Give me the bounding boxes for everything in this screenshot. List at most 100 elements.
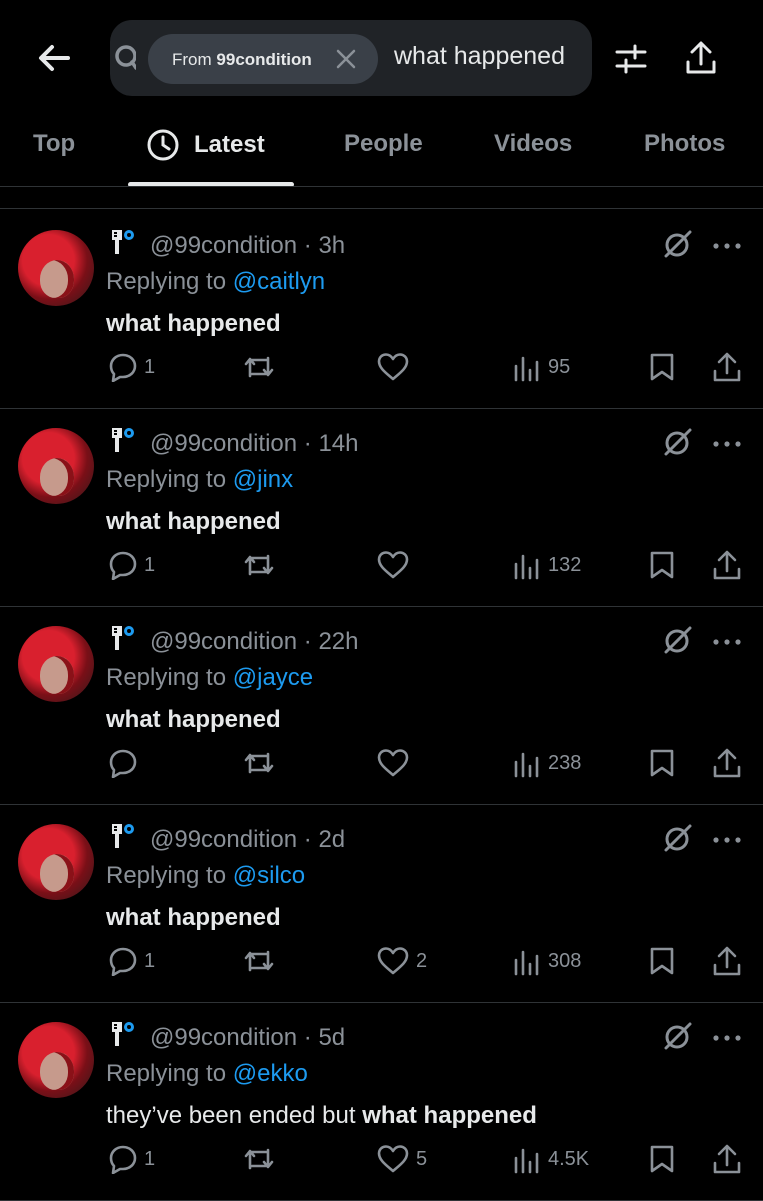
bookmark-button[interactable] xyxy=(648,748,676,778)
affiliate-badge-icon xyxy=(112,230,134,254)
reply-button[interactable] xyxy=(108,748,144,778)
tab-people[interactable]: People xyxy=(344,130,423,158)
tweet-text: what happened xyxy=(106,706,281,734)
close-icon[interactable] xyxy=(334,47,358,71)
more-icon xyxy=(713,837,741,843)
more-button[interactable] xyxy=(712,238,742,249)
views-button[interactable]: 95 xyxy=(512,352,570,382)
mention-link[interactable]: @caitlyn xyxy=(233,268,325,295)
more-button[interactable] xyxy=(712,1030,742,1041)
search-filter-chip[interactable]: From 99condition xyxy=(148,34,378,84)
avatar[interactable] xyxy=(18,824,94,900)
grok-icon xyxy=(664,1022,692,1050)
reply-button[interactable]: 1 xyxy=(108,946,155,976)
tweet-text-bold: what happened xyxy=(106,310,281,337)
more-button[interactable] xyxy=(712,436,742,447)
like-button[interactable] xyxy=(376,352,416,382)
tweet-handle-time[interactable]: @99condition · 22h xyxy=(150,628,359,656)
back-button[interactable] xyxy=(34,38,74,78)
retweet-button[interactable] xyxy=(242,352,282,382)
grok-button[interactable] xyxy=(662,822,694,854)
tweet-handle-time[interactable]: @99condition · 5d xyxy=(150,1024,345,1052)
mention-link[interactable]: @jinx xyxy=(233,466,293,493)
affiliate-badge[interactable] xyxy=(110,624,136,652)
views-count: 238 xyxy=(548,751,582,774)
filter-button[interactable] xyxy=(614,42,648,76)
share-search-button[interactable] xyxy=(684,40,718,76)
tweet-text-bold: what happened xyxy=(362,1102,537,1129)
tweet-handle-time[interactable]: @99condition · 2d xyxy=(150,826,345,854)
top-bar: From 99condition what happened xyxy=(0,0,763,110)
like-button[interactable]: 5 xyxy=(376,1144,427,1174)
tab-top[interactable]: Top xyxy=(33,130,75,158)
bookmark-button[interactable] xyxy=(648,946,676,976)
affiliate-badge[interactable] xyxy=(110,426,136,454)
more-button[interactable] xyxy=(712,832,742,843)
avatar[interactable] xyxy=(18,626,94,702)
affiliate-badge-icon xyxy=(112,824,134,848)
divider xyxy=(0,208,763,209)
views-button[interactable]: 132 xyxy=(512,550,581,580)
bookmark-button[interactable] xyxy=(648,1144,676,1174)
tweet-handle-time[interactable]: @99condition · 3h xyxy=(150,232,345,260)
more-button[interactable] xyxy=(712,634,742,645)
heart-icon xyxy=(377,551,409,579)
share-button[interactable] xyxy=(712,748,742,778)
tab-photos[interactable]: Photos xyxy=(644,130,725,158)
divider xyxy=(0,186,763,187)
avatar[interactable] xyxy=(18,1022,94,1098)
share-button[interactable] xyxy=(712,550,742,580)
views-count: 95 xyxy=(548,355,571,378)
avatar[interactable] xyxy=(18,428,94,504)
like-button[interactable]: 2 xyxy=(376,946,427,976)
search-query[interactable]: what happened xyxy=(394,42,565,71)
tweet-handle-time[interactable]: @99condition · 14h xyxy=(150,430,359,458)
replying-to: Replying to @silco xyxy=(106,862,305,890)
grok-button[interactable] xyxy=(662,624,694,656)
affiliate-badge-icon xyxy=(112,626,134,650)
reply-button[interactable]: 1 xyxy=(108,352,155,382)
grok-button[interactable] xyxy=(662,1020,694,1052)
like-button[interactable] xyxy=(376,748,416,778)
heart-icon xyxy=(377,947,409,975)
share-icon xyxy=(713,946,741,976)
mention-link[interactable]: @jayce xyxy=(233,664,313,691)
share-button[interactable] xyxy=(712,946,742,976)
grok-button[interactable] xyxy=(662,426,694,458)
tweet[interactable]: @99condition · 2d Replying to @silco what … xyxy=(0,804,763,1003)
tweet[interactable]: @99condition · 22h Replying to @jayce what… xyxy=(0,606,763,805)
tab-latest[interactable]: Latest xyxy=(146,128,265,162)
tweet[interactable]: @99condition · 14h Replying to @jinx what … xyxy=(0,408,763,607)
affiliate-badge[interactable] xyxy=(110,228,136,256)
affiliate-badge[interactable] xyxy=(110,1020,136,1048)
retweet-button[interactable] xyxy=(242,550,282,580)
clock-icon xyxy=(147,129,179,161)
views-button[interactable]: 238 xyxy=(512,748,581,778)
views-button[interactable]: 308 xyxy=(512,946,581,976)
bookmark-button[interactable] xyxy=(648,352,676,382)
share-button[interactable] xyxy=(712,1144,742,1174)
tweet[interactable]: @99condition · 5d Replying to @ekko they’v… xyxy=(0,1002,763,1201)
tweet-text: what happened xyxy=(106,508,281,536)
replying-to: Replying to @jayce xyxy=(106,664,313,692)
tab-videos[interactable]: Videos xyxy=(494,130,572,158)
share-icon xyxy=(713,748,741,778)
grok-button[interactable] xyxy=(662,228,694,260)
affiliate-badge[interactable] xyxy=(110,822,136,850)
bookmark-button[interactable] xyxy=(648,550,676,580)
retweet-button[interactable] xyxy=(242,748,282,778)
retweet-button[interactable] xyxy=(242,946,282,976)
retweet-button[interactable] xyxy=(242,1144,282,1174)
share-button[interactable] xyxy=(712,352,742,382)
reply-button[interactable]: 1 xyxy=(108,1144,155,1174)
grok-icon xyxy=(664,824,692,852)
tweet[interactable]: @99condition · 3h Replying to @caitlyn wha… xyxy=(0,210,763,409)
avatar[interactable] xyxy=(18,230,94,306)
reply-button[interactable]: 1 xyxy=(108,550,155,580)
views-button[interactable]: 4.5K xyxy=(512,1144,589,1174)
replying-label: Replying to xyxy=(106,862,227,889)
tweet-text-bold: what happened xyxy=(106,706,281,733)
mention-link[interactable]: @silco xyxy=(233,862,305,889)
mention-link[interactable]: @ekko xyxy=(233,1060,308,1087)
like-button[interactable] xyxy=(376,550,416,580)
